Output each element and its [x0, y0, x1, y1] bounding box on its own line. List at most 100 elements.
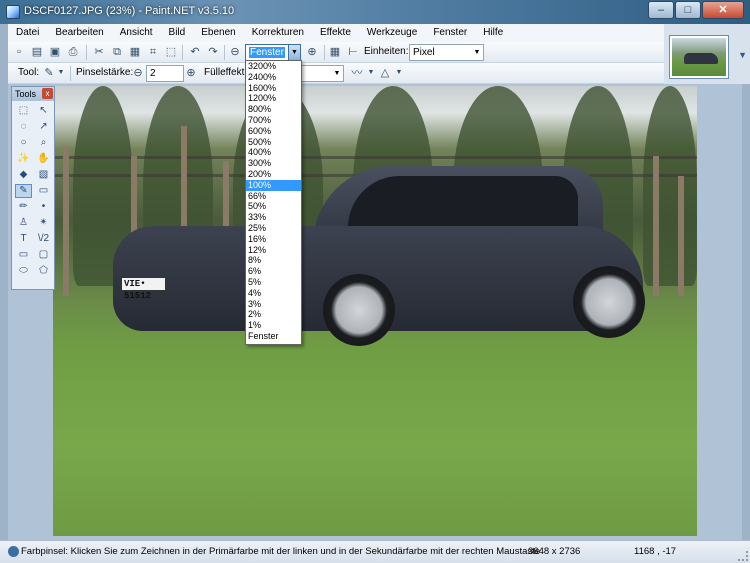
rectangle-select-icon[interactable]: ⬚ — [15, 104, 32, 118]
tools-close-button[interactable]: x — [42, 88, 53, 99]
zoom-in-icon[interactable]: ⊕ — [305, 45, 319, 59]
open-file-icon[interactable]: ▤ — [30, 45, 44, 59]
chevron-down-icon[interactable]: ▼ — [288, 45, 300, 60]
tool-options-toolbar: Tool: ✎ ▼ Pinselstärke: ⊖ 2 ⊕ Fülleffekt… — [8, 63, 664, 84]
zoom-option[interactable]: 33% — [246, 212, 301, 223]
menu-ansicht[interactable]: Ansicht — [112, 24, 161, 42]
chevron-down-icon[interactable]: ▼ — [471, 45, 483, 60]
menu-effekte[interactable]: Effekte — [312, 24, 359, 42]
move-selected-icon[interactable]: ↗ — [35, 120, 52, 134]
rounded-rectangle-icon[interactable]: ▢ — [35, 248, 52, 262]
alpha-blending-icon[interactable]: △ — [378, 66, 392, 80]
copy-icon[interactable]: ⧉ — [110, 45, 124, 59]
zoom-option[interactable]: 12% — [246, 245, 301, 256]
text-icon[interactable]: T — [15, 232, 32, 246]
color-picker-icon[interactable]: • — [35, 200, 52, 214]
zoom-option[interactable]: 50% — [246, 201, 301, 212]
zoom-option[interactable]: 400% — [246, 147, 301, 158]
menu-werkzeuge[interactable]: Werkzeuge — [359, 24, 425, 42]
zoom-option[interactable]: 8% — [246, 255, 301, 266]
menu-korrekturen[interactable]: Korrekturen — [244, 24, 312, 42]
zoom-option[interactable]: 700% — [246, 115, 301, 126]
car: VIE• 51512 — [113, 166, 645, 346]
chevron-down-icon[interactable]: ▼ — [364, 66, 378, 80]
increase-width-icon[interactable]: ⊕ — [184, 66, 198, 80]
menu-datei[interactable]: Datei — [8, 24, 47, 42]
ellipse-select-icon[interactable]: ○ — [15, 136, 32, 150]
zoom-option[interactable]: 1200% — [246, 93, 301, 104]
clone-stamp-icon[interactable]: ♙ — [15, 216, 32, 230]
image-canvas[interactable]: VIE• 51512 — [53, 86, 697, 536]
paste-icon[interactable]: ▦ — [128, 45, 142, 59]
ruler-icon[interactable]: ⊢ — [346, 45, 360, 59]
freeform-shape-icon[interactable]: ⬠ — [35, 264, 52, 278]
menu-bearbeiten[interactable]: Bearbeiten — [47, 24, 111, 42]
lasso-select-icon[interactable]: ◌ — [15, 120, 32, 134]
zoom-option[interactable]: 100% — [246, 179, 301, 191]
ellipse-shape-icon[interactable]: ⬭ — [15, 264, 32, 278]
zoom-combo[interactable]: Fenster ▼ — [245, 44, 301, 61]
zoom-option[interactable]: 25% — [246, 223, 301, 234]
zoom-option[interactable]: Fenster — [246, 331, 301, 342]
zoom-option[interactable]: 6% — [246, 266, 301, 277]
maximize-button[interactable]: □ — [675, 1, 701, 19]
image-thumbnail[interactable] — [669, 35, 729, 79]
pan-hand-icon[interactable]: ✋ — [35, 152, 52, 166]
print-icon[interactable]: ⎙ — [66, 45, 80, 59]
zoom-icon[interactable]: ⌕ — [35, 136, 52, 150]
zoom-option[interactable]: 3% — [246, 299, 301, 310]
zoom-option[interactable]: 500% — [246, 137, 301, 148]
redo-icon[interactable]: ↷ — [206, 45, 220, 59]
rectangle-shape-icon[interactable]: ▭ — [15, 248, 32, 262]
deselect-icon[interactable]: ⬚ — [164, 45, 178, 59]
zoom-option[interactable]: 1% — [246, 320, 301, 331]
menu-fenster[interactable]: Fenster — [425, 24, 475, 42]
save-icon[interactable]: ▣ — [48, 45, 62, 59]
recolor-icon[interactable]: ✴ — [35, 216, 52, 230]
menu-hilfe[interactable]: Hilfe — [475, 24, 511, 42]
zoom-option[interactable]: 800% — [246, 104, 301, 115]
zoom-option[interactable]: 3200% — [246, 61, 301, 72]
move-selection-icon[interactable]: ↖ — [35, 104, 52, 118]
close-button[interactable]: ✕ — [702, 1, 744, 19]
chevron-down-icon[interactable]: ▼ — [331, 66, 343, 81]
minimize-button[interactable]: – — [648, 1, 674, 19]
zoom-out-icon[interactable]: ⊖ — [228, 45, 242, 59]
undo-icon[interactable]: ↶ — [188, 45, 202, 59]
paintbrush-icon[interactable]: ✎ — [15, 184, 32, 198]
main-toolbar: ▫ ▤ ▣ ⎙ ✂ ⧉ ▦ ⌗ ⬚ ↶ ↷ ⊖ Fenster ▼ ⊕ ▦ ⊢ … — [8, 42, 664, 63]
antialiasing-icon[interactable]: 〰 — [350, 66, 364, 80]
brush-width-combo[interactable]: 2 — [146, 65, 184, 82]
units-combo[interactable]: Pixel ▼ — [409, 44, 484, 61]
menu-ebenen[interactable]: Ebenen — [193, 24, 243, 42]
zoom-option[interactable]: 16% — [246, 234, 301, 245]
resize-grip-icon[interactable] — [738, 551, 748, 561]
eraser-icon[interactable]: ▭ — [35, 184, 52, 198]
zoom-option[interactable]: 66% — [246, 191, 301, 202]
new-file-icon[interactable]: ▫ — [12, 45, 26, 59]
fill-combo[interactable]: ▼ — [300, 65, 344, 82]
chevron-down-icon[interactable]: ▼ — [738, 50, 747, 60]
zoom-option[interactable]: 2400% — [246, 72, 301, 83]
front-wheel — [323, 274, 395, 346]
zoom-option[interactable]: 200% — [246, 169, 301, 180]
line-curve-icon[interactable]: \/2 — [35, 232, 52, 246]
menu-bild[interactable]: Bild — [161, 24, 194, 42]
zoom-option[interactable]: 4% — [246, 288, 301, 299]
zoom-option[interactable]: 600% — [246, 126, 301, 137]
gradient-icon[interactable]: ▧ — [35, 168, 52, 182]
chevron-down-icon[interactable]: ▼ — [54, 66, 68, 80]
pencil-icon[interactable]: ✏ — [15, 200, 32, 214]
cut-icon[interactable]: ✂ — [92, 45, 106, 59]
zoom-option[interactable]: 2% — [246, 309, 301, 320]
zoom-option[interactable]: 300% — [246, 158, 301, 169]
paint-bucket-icon[interactable]: ◆ — [15, 168, 32, 182]
crop-icon[interactable]: ⌗ — [146, 45, 160, 59]
magic-wand-icon[interactable]: ✨ — [15, 152, 32, 166]
tools-window-header[interactable]: Tools x — [12, 87, 54, 101]
zoom-option[interactable]: 1600% — [246, 83, 301, 94]
zoom-option[interactable]: 5% — [246, 277, 301, 288]
chevron-down-icon[interactable]: ▼ — [392, 66, 406, 80]
grid-icon[interactable]: ▦ — [328, 45, 342, 59]
decrease-width-icon[interactable]: ⊖ — [131, 66, 145, 80]
